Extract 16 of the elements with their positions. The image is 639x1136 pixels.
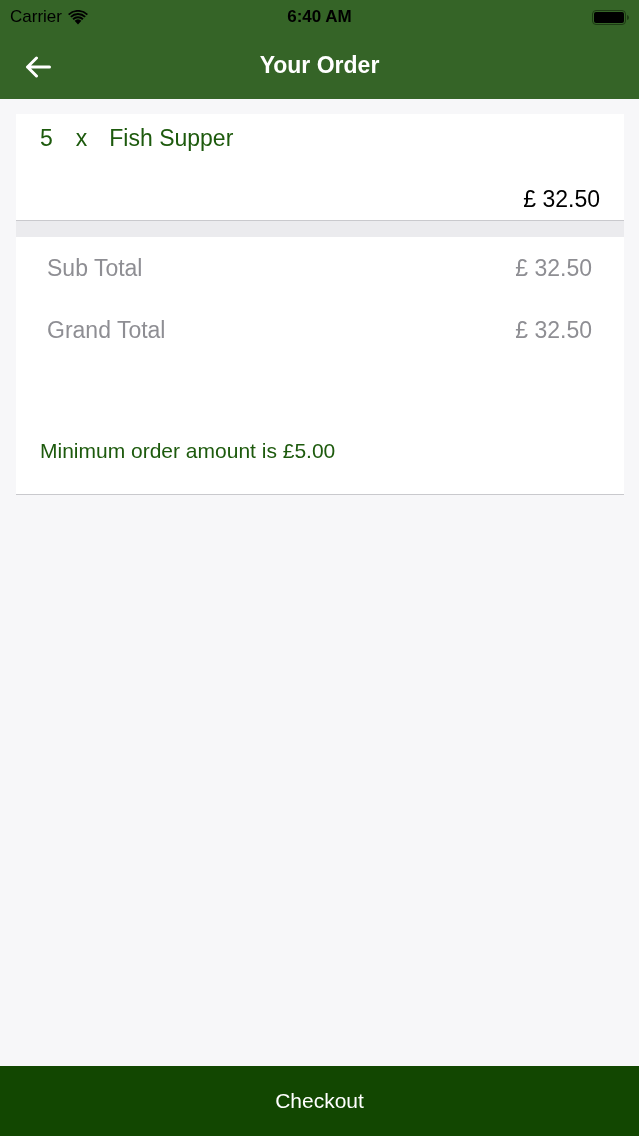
carrier-label: Carrier — [10, 7, 62, 27]
item-price: £ 32.50 — [523, 185, 600, 213]
status-time: 6:40 AM — [287, 7, 352, 27]
total-label: Sub Total — [47, 254, 143, 282]
item-name: Fish Supper — [109, 124, 234, 152]
screen-title: Your Order — [259, 52, 380, 79]
back-arrow-icon[interactable] — [25, 55, 51, 78]
wifi-icon — [67, 9, 88, 25]
multiply-sign: x — [75, 124, 88, 152]
item-quantity: 5 — [40, 124, 53, 152]
checkout-button[interactable]: Checkout — [0, 1066, 639, 1136]
minimum-order-notice: Minimum order amount is £5.00 — [40, 438, 336, 464]
total-value: £ 32.50 — [515, 316, 592, 344]
total-label: Grand Total — [47, 316, 166, 344]
total-value: £ 32.50 — [515, 254, 592, 282]
battery-icon — [592, 9, 629, 25]
